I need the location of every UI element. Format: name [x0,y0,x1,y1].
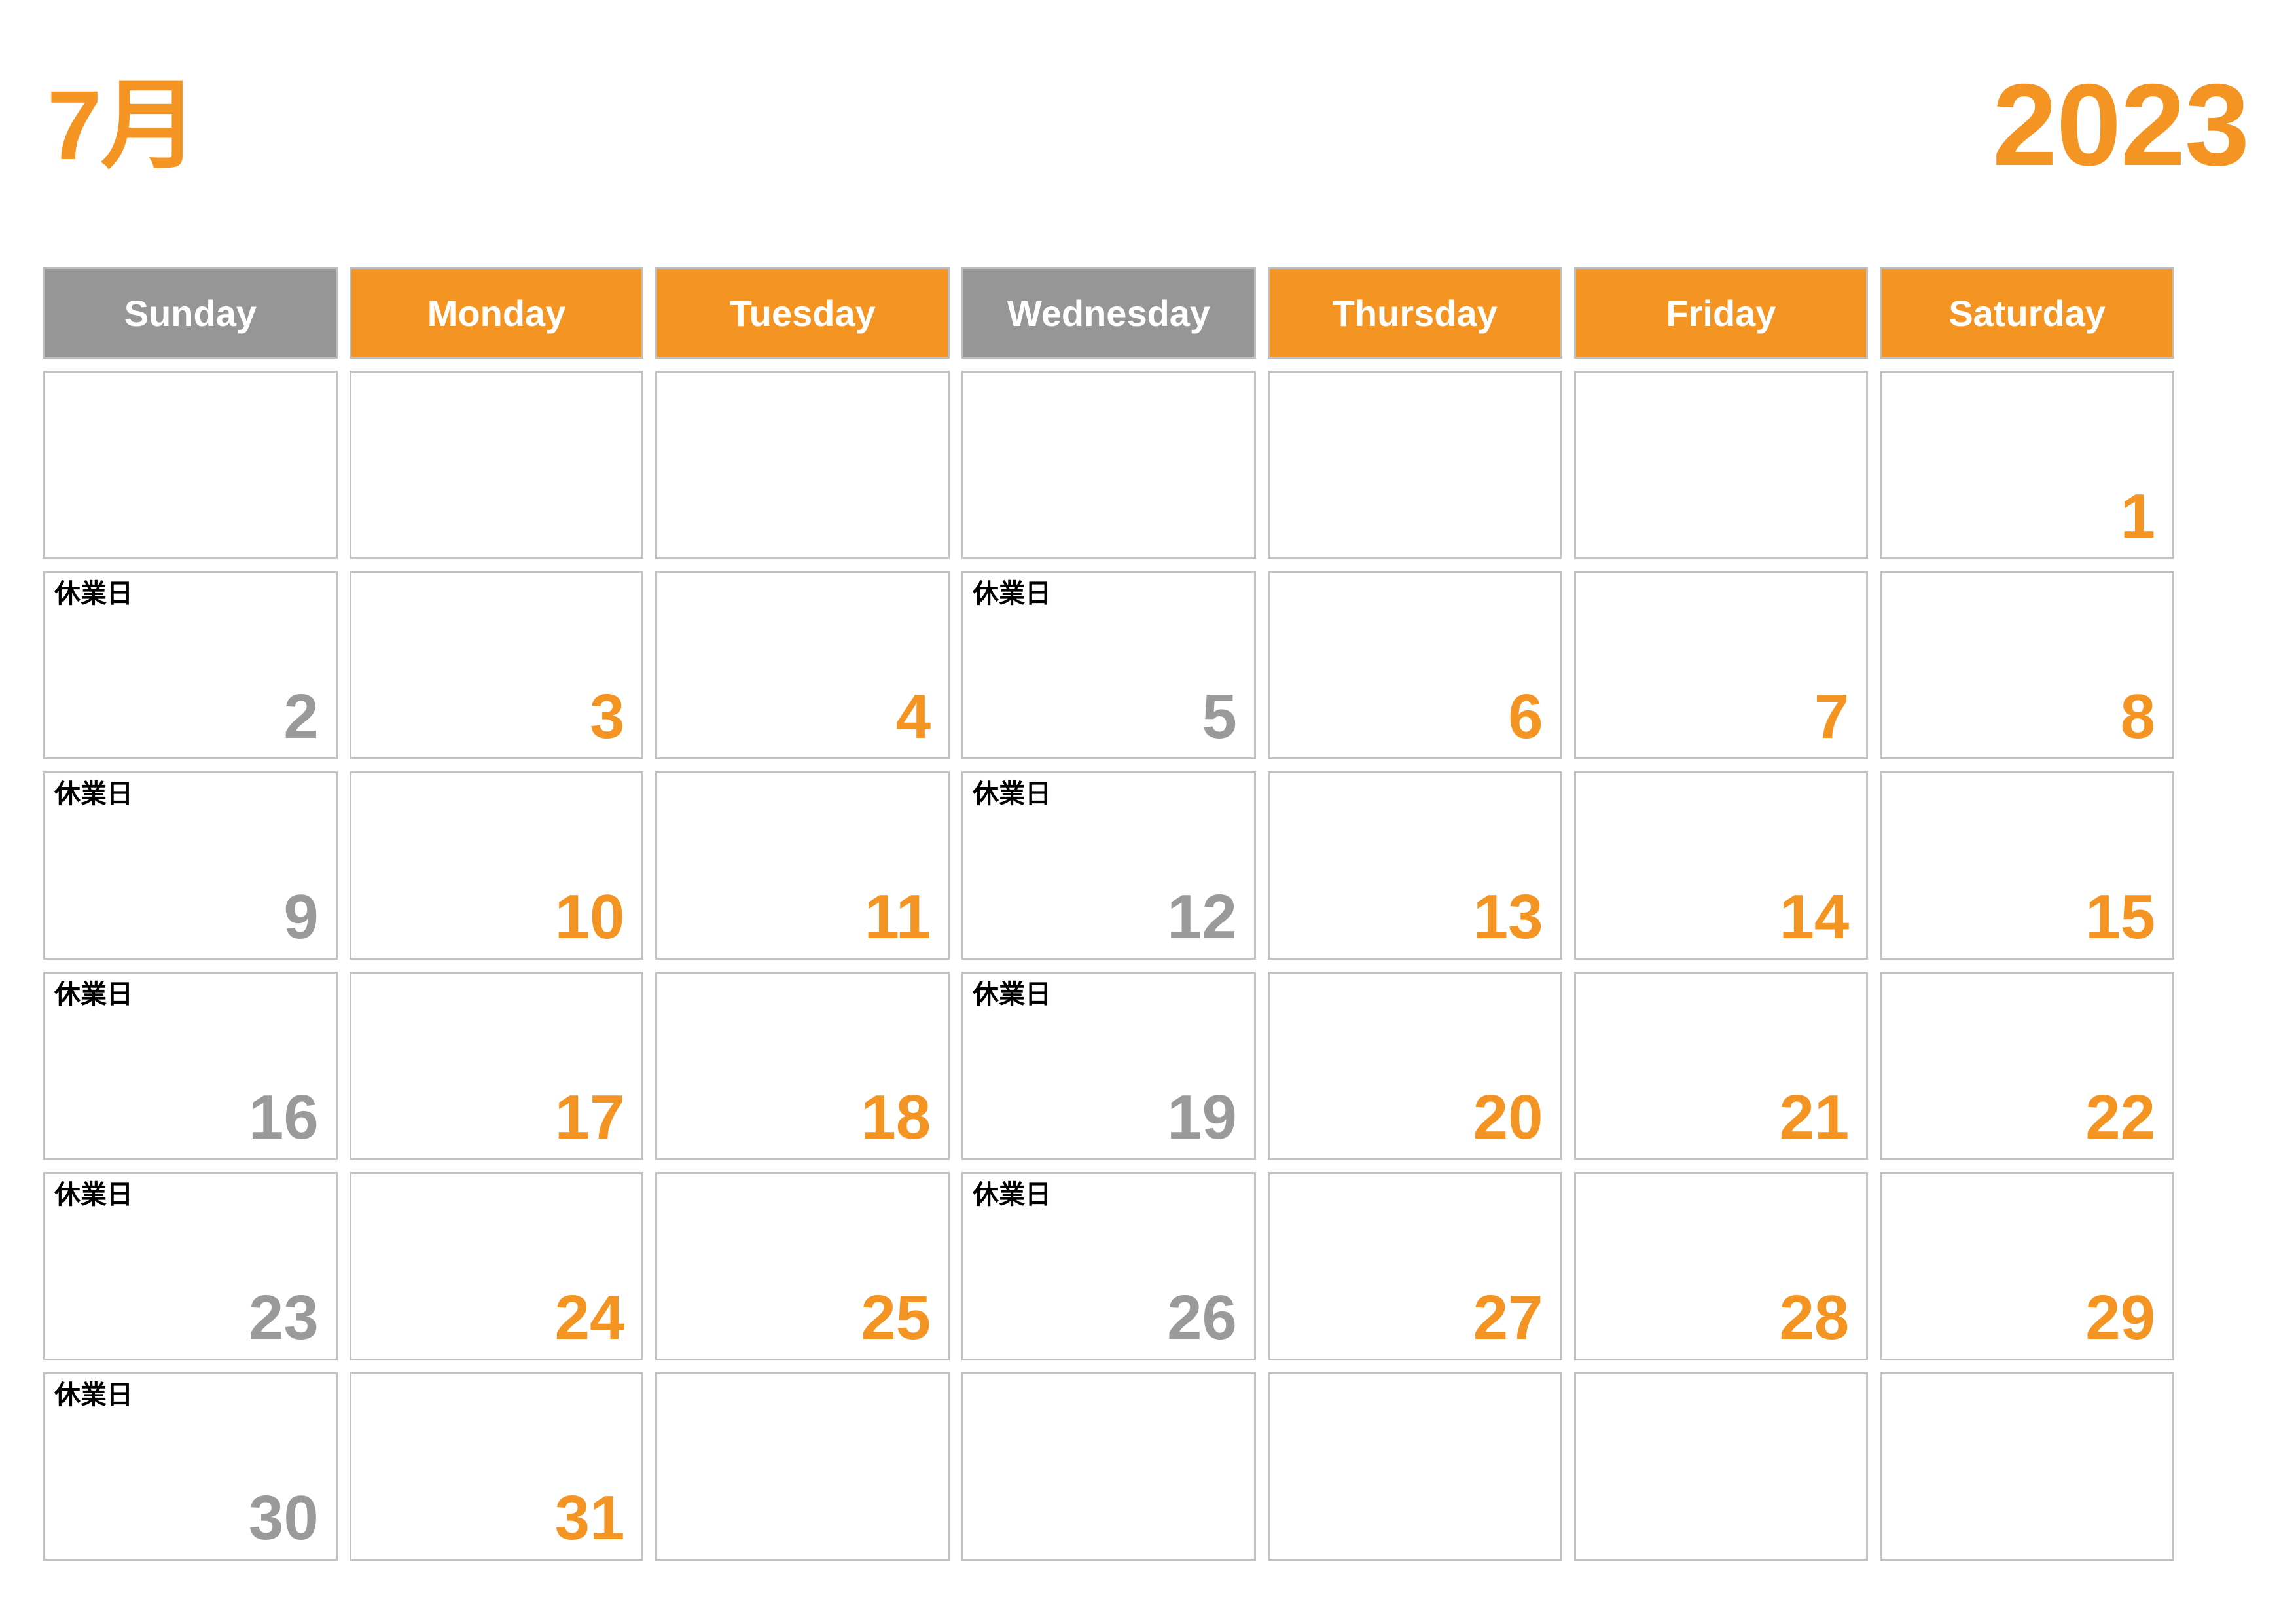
day-cell[interactable] [961,1372,1256,1561]
day-number: 30 [248,1483,319,1553]
day-cell[interactable] [961,371,1256,559]
day-cell[interactable] [1267,371,1562,559]
day-number: 17 [554,1082,625,1152]
day-cell[interactable]: 休業日 30 [43,1372,338,1561]
day-cell[interactable]: 6 [1267,571,1562,759]
weekday-header-sunday: Sunday [43,267,338,359]
day-number: 11 [864,882,931,952]
weekday-header-friday: Friday [1573,267,1869,359]
day-cell[interactable]: 31 [349,1372,644,1561]
calendar-page: 7月 2023 Sunday Monday Tuesday Wednesday Thur… [0,0,2296,1623]
year-label: 2023 [1992,60,2250,190]
day-number: 19 [1167,1082,1237,1152]
day-number: 18 [861,1082,931,1152]
day-number: 4 [895,682,931,752]
day-cell[interactable] [1573,371,1869,559]
day-cell[interactable]: 15 [1880,771,2174,960]
day-cell[interactable]: 休業日 16 [43,972,338,1160]
closed-day-note: 休業日 [54,1180,133,1210]
day-number: 9 [283,882,319,952]
weekday-header-monday: Monday [349,267,644,359]
day-cell[interactable]: 4 [655,571,950,759]
day-number: 10 [554,882,625,952]
closed-day-note: 休業日 [54,979,133,1010]
day-number: 14 [1779,882,1850,952]
day-number: 15 [2085,882,2155,952]
day-number: 23 [248,1283,319,1353]
day-cell[interactable]: 休業日 19 [961,972,1256,1160]
day-number: 16 [248,1082,319,1152]
calendar-header: 7月 2023 [47,60,2250,190]
day-number: 1 [2120,481,2155,551]
closed-day-note: 休業日 [54,1380,133,1410]
day-number: 13 [1473,882,1543,952]
day-cell[interactable]: 3 [349,571,644,759]
day-cell[interactable] [1267,1372,1562,1561]
day-cell[interactable]: 休業日 5 [961,571,1256,759]
day-cell[interactable]: 8 [1880,571,2174,759]
day-cell[interactable]: 25 [655,1172,950,1360]
calendar-grid: Sunday Monday Tuesday Wednesday Thursday Frid… [43,267,2174,1561]
day-number: 31 [554,1483,625,1553]
weekday-header-wednesday: Wednesday [961,267,1256,359]
day-cell[interactable]: 18 [655,972,950,1160]
day-cell[interactable]: 10 [349,771,644,960]
day-number: 6 [1508,682,1543,752]
day-cell[interactable]: 7 [1573,571,1869,759]
closed-day-note: 休業日 [973,579,1052,609]
day-number: 22 [2085,1082,2155,1152]
closed-day-note: 休業日 [54,579,133,609]
day-cell[interactable]: 1 [1880,371,2174,559]
day-cell[interactable]: 休業日 26 [961,1172,1256,1360]
day-number: 26 [1167,1283,1237,1353]
day-cell[interactable]: 休業日 23 [43,1172,338,1360]
day-number: 21 [1779,1082,1850,1152]
weekday-header-saturday: Saturday [1880,267,2174,359]
weekday-header-thursday: Thursday [1267,267,1562,359]
day-cell[interactable]: 27 [1267,1172,1562,1360]
day-cell[interactable] [1880,1372,2174,1561]
day-cell[interactable] [655,1372,950,1561]
day-cell[interactable]: 24 [349,1172,644,1360]
closed-day-note: 休業日 [973,779,1052,809]
day-cell[interactable]: 11 [655,771,950,960]
day-number: 24 [554,1283,625,1353]
day-cell[interactable]: 20 [1267,972,1562,1160]
day-cell[interactable] [349,371,644,559]
day-number: 20 [1473,1082,1543,1152]
closed-day-note: 休業日 [54,779,133,809]
day-number: 5 [1202,682,1237,752]
day-number: 27 [1473,1283,1543,1353]
day-cell[interactable]: 17 [349,972,644,1160]
day-cell[interactable] [655,371,950,559]
day-cell[interactable]: 休業日 12 [961,771,1256,960]
closed-day-note: 休業日 [973,1180,1052,1210]
day-cell[interactable]: 29 [1880,1172,2174,1360]
day-cell[interactable]: 休業日 9 [43,771,338,960]
day-number: 3 [590,682,625,752]
day-number: 29 [2085,1283,2155,1353]
day-number: 7 [1814,682,1850,752]
day-cell[interactable]: 13 [1267,771,1562,960]
day-number: 12 [1167,882,1237,952]
day-cell[interactable]: 14 [1573,771,1869,960]
weekday-header-tuesday: Tuesday [655,267,950,359]
closed-day-note: 休業日 [973,979,1052,1010]
day-cell[interactable]: 21 [1573,972,1869,1160]
day-number: 8 [2120,682,2155,752]
day-cell[interactable] [43,371,338,559]
page-title: 7月 [47,70,198,180]
day-cell[interactable]: 休業日 2 [43,571,338,759]
day-cell[interactable]: 28 [1573,1172,1869,1360]
day-number: 25 [861,1283,931,1353]
day-number: 28 [1779,1283,1850,1353]
day-cell[interactable] [1573,1372,1869,1561]
day-cell[interactable]: 22 [1880,972,2174,1160]
day-number: 2 [283,682,319,752]
